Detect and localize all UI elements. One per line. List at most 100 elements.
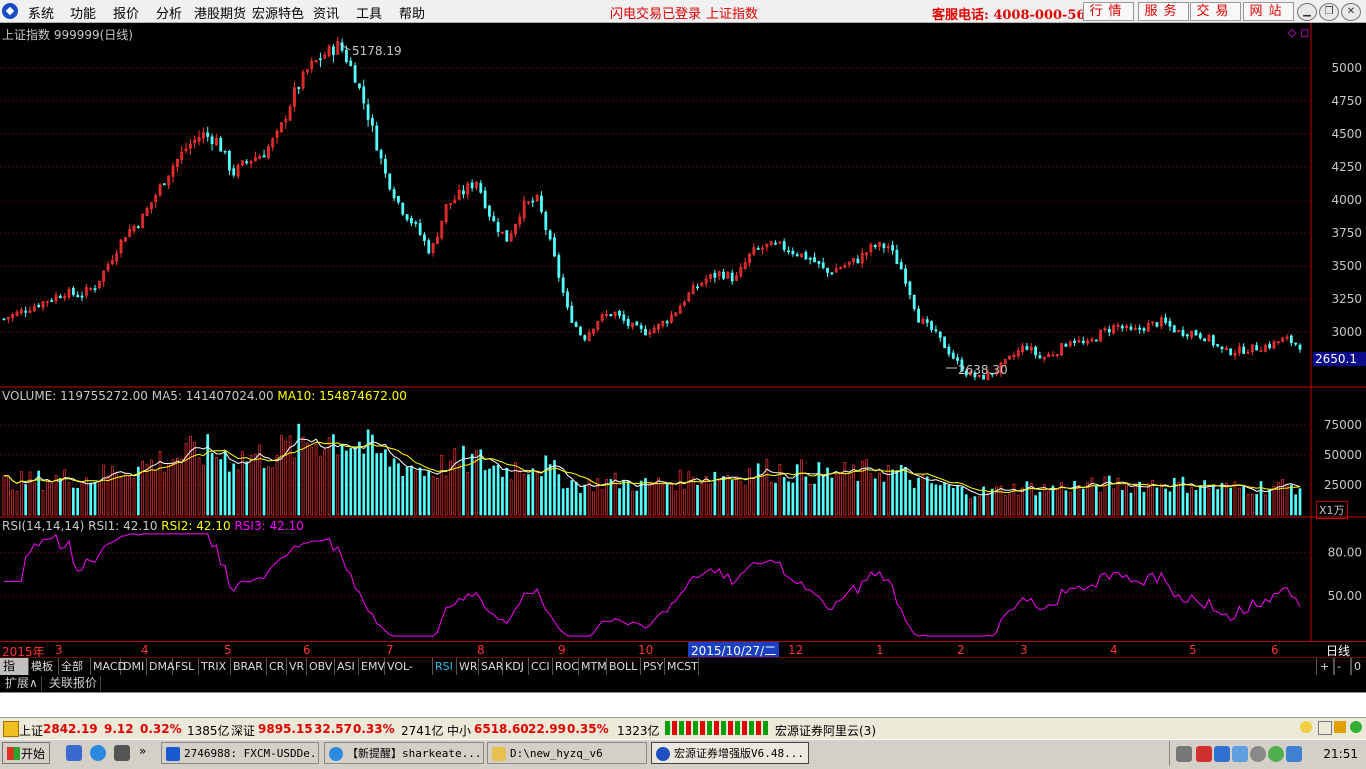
indicator-tab-cci[interactable]: CCI xyxy=(528,658,553,675)
volume-bar xyxy=(145,464,149,516)
indicator-tab-sar[interactable]: SAR xyxy=(478,658,503,675)
taskbar-item-hongyuan[interactable]: 宏源证券增强版V6.48... xyxy=(651,742,809,764)
expand-button[interactable]: 扩展∧ xyxy=(2,676,42,691)
candle-body xyxy=(423,234,426,241)
menu-function[interactable]: 功能 xyxy=(70,3,96,22)
volume-bar xyxy=(397,463,400,516)
menu-quote[interactable]: 报价 xyxy=(113,3,139,22)
service-button[interactable]: 服务 xyxy=(1138,2,1189,21)
indicator-tab-dmi[interactable]: DMI xyxy=(120,658,147,675)
menu-news[interactable]: 资讯 xyxy=(313,3,339,22)
indicator-tab-mtm[interactable]: MTM xyxy=(578,658,607,675)
candle-body xyxy=(245,161,249,164)
menu-system[interactable]: 系统 xyxy=(28,3,54,22)
quicklaunch-more-icon[interactable]: » xyxy=(139,744,146,758)
candle-body xyxy=(1138,327,1142,330)
volume-bar xyxy=(782,477,786,516)
volume-bar xyxy=(1281,479,1285,516)
indicator-tab-psy[interactable]: PSY xyxy=(640,658,665,675)
zoom-control-2[interactable]: 0 xyxy=(1350,658,1366,675)
taskbar-item-fxcm[interactable]: 2746988: FXCM-USDDe... xyxy=(161,742,319,764)
indicator-tab-asi[interactable]: ASI xyxy=(334,658,359,675)
date-label-jun: 6 xyxy=(303,643,311,657)
volume-bar xyxy=(297,423,301,516)
menu-hk-futures[interactable]: 港股期货 xyxy=(194,3,246,22)
volume-bar xyxy=(613,472,617,516)
taskbar-item-folder[interactable]: D:\new_hyzq_v6 xyxy=(487,742,647,764)
indicator-tab-macd[interactable]: MACD xyxy=(90,658,126,675)
candle-body xyxy=(1181,329,1185,337)
kline-chart-svg[interactable]: 5000 4750 4500 4250 4000 3750 3500 3250 3000 7500… xyxy=(0,23,1366,641)
volume-bar xyxy=(496,464,500,516)
sh-index-name[interactable]: 上证 xyxy=(19,722,43,739)
tray-app-icon[interactable] xyxy=(1196,746,1212,762)
taskbar-item-browser[interactable]: 【新提醒】sharkeate... xyxy=(324,742,484,764)
sz-index-name[interactable]: 深证 xyxy=(231,722,255,739)
chart-area[interactable]: 5000 4750 4500 4250 4000 3750 3500 3250 3000 7500… xyxy=(0,23,1366,641)
volume-bar xyxy=(956,485,959,516)
candle-body xyxy=(817,260,821,264)
trade-button[interactable]: 交易 xyxy=(1190,2,1241,21)
indicator-tab-brar[interactable]: BRAR xyxy=(230,658,267,675)
menu-analysis[interactable]: 分析 xyxy=(156,3,182,22)
tray-network-icon[interactable] xyxy=(1232,746,1248,762)
candle-body xyxy=(297,87,301,89)
app-logo-icon[interactable] xyxy=(2,3,18,19)
start-button[interactable]: 开始 xyxy=(2,742,50,764)
minimize-icon[interactable]: ▁ xyxy=(1297,3,1317,21)
volume-bar xyxy=(1064,490,1068,516)
volume-bar xyxy=(821,474,825,516)
volume-tick-label: 25000 xyxy=(1324,478,1362,492)
tray-qq-icon[interactable] xyxy=(1286,746,1302,762)
close-icon[interactable]: ✕ xyxy=(1341,3,1361,21)
market-button[interactable]: 行情 xyxy=(1083,2,1134,21)
indicator-tab-mcst[interactable]: MCST xyxy=(664,658,699,675)
indicator-tab-roc[interactable]: ROC xyxy=(552,658,579,675)
candle-body xyxy=(826,267,829,273)
indicator-tab-cn2[interactable]: 全部 xyxy=(58,658,91,675)
indicator-tab-dma[interactable]: DMA xyxy=(146,658,175,675)
indicator-tab-obv[interactable]: OBV xyxy=(306,658,335,675)
tray-green-icon[interactable] xyxy=(1268,746,1284,762)
tray-shield-icon[interactable] xyxy=(1214,746,1230,762)
indicator-tab-kdj[interactable]: KDJ xyxy=(502,658,529,675)
restore-icon[interactable]: ❐ xyxy=(1319,3,1339,21)
candle-body xyxy=(574,322,578,327)
indicator-tab-rsi[interactable]: RSI xyxy=(432,658,457,675)
volume-bar xyxy=(761,474,764,516)
indicator-tab-fsl[interactable]: FSL xyxy=(172,658,199,675)
website-button[interactable]: 网站 xyxy=(1243,2,1294,21)
zx-index-vol: 1323亿 xyxy=(617,724,660,738)
indicator-tab-cr[interactable]: CR xyxy=(266,658,287,675)
candle-body xyxy=(791,250,795,255)
rsi-line xyxy=(4,533,1301,637)
indicator-tab-cn0[interactable]: 指标 xyxy=(0,658,29,690)
tray-keyboard-icon[interactable] xyxy=(1176,746,1192,762)
current-symbol-name: 上证指数 xyxy=(706,7,759,22)
menu-help[interactable]: 帮助 xyxy=(399,3,425,22)
quicklaunch-ie-icon[interactable] xyxy=(90,745,106,761)
zx-index-name[interactable]: 中小 xyxy=(447,722,471,739)
indicator-tab-trix[interactable]: TRIX xyxy=(198,658,231,675)
chart-corner-icons[interactable]: ◇ ◻ xyxy=(1288,26,1309,39)
connect-icon[interactable] xyxy=(1350,721,1362,733)
related-quote-button[interactable]: 关联报价 xyxy=(46,676,102,691)
menu-tools[interactable]: 工具 xyxy=(356,3,382,22)
indicator-tab-bar: 指标模板全部MACDDMIDMAFSLTRIXBRARCRVROBVASIEMV… xyxy=(0,657,1366,690)
quicklaunch-desktop-icon[interactable] xyxy=(66,745,82,761)
quicklaunch-window-icon[interactable] xyxy=(114,745,130,761)
indicator-tab-vr[interactable]: VR xyxy=(286,658,307,675)
candle-body xyxy=(232,168,236,176)
menu-hongyuan[interactable]: 宏源特色 xyxy=(252,3,304,22)
lock-icon[interactable] xyxy=(1334,721,1346,733)
indicator-tab-boll[interactable]: BOLL xyxy=(606,658,641,675)
indicator-tab-emv[interactable]: EMV xyxy=(358,658,385,675)
indicator-tab-wr[interactable]: WR xyxy=(456,658,479,675)
smile-icon[interactable] xyxy=(1300,721,1312,733)
indicator-tab-voltdx[interactable]: VOL-TDX xyxy=(384,658,433,690)
indicator-tab-cn1[interactable]: 模板 xyxy=(28,658,59,675)
tray-speaker-icon[interactable] xyxy=(1250,746,1266,762)
volume-bar xyxy=(197,457,201,516)
alert-icon[interactable] xyxy=(3,721,19,737)
candle-body xyxy=(1064,343,1068,347)
